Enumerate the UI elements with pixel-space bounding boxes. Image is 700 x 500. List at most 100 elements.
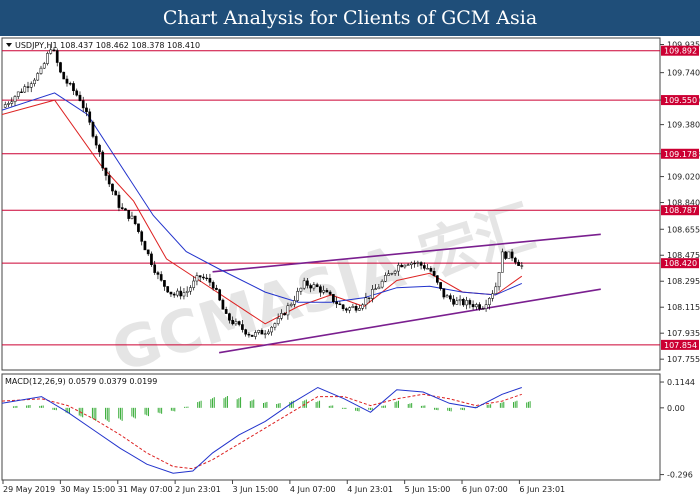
candle-body bbox=[461, 298, 465, 306]
candle-body bbox=[114, 190, 118, 196]
candle-body bbox=[202, 276, 205, 279]
candle-body bbox=[94, 136, 98, 146]
candle-body bbox=[16, 91, 20, 97]
candle-body bbox=[244, 329, 248, 335]
candle-body bbox=[159, 274, 163, 281]
candle-body bbox=[13, 96, 17, 103]
candle-body bbox=[500, 251, 504, 273]
candle-body bbox=[127, 210, 131, 219]
candle-body bbox=[328, 291, 332, 295]
candle-body bbox=[351, 306, 355, 308]
candle-body bbox=[23, 86, 27, 93]
candle-body bbox=[397, 264, 400, 272]
price-tick-label: 108.655 bbox=[667, 225, 700, 234]
chart-title: Chart Analysis for Clients of GCM Asia bbox=[162, 7, 538, 29]
candle-body bbox=[107, 175, 111, 185]
candle-body bbox=[198, 275, 202, 278]
macd-tick-label: 0.00 bbox=[667, 404, 685, 413]
candle-body bbox=[55, 50, 59, 63]
candle-body bbox=[276, 318, 280, 324]
candle-body bbox=[520, 265, 524, 267]
candle-body bbox=[384, 275, 387, 282]
candle-body bbox=[39, 67, 43, 74]
candle-body bbox=[241, 324, 244, 330]
candle-body bbox=[510, 251, 514, 259]
candle-body bbox=[101, 151, 105, 169]
time-tick-label: 5 Jun 15:00 bbox=[405, 485, 451, 494]
candle-body bbox=[49, 49, 53, 54]
price-tick-label: 107.755 bbox=[667, 355, 700, 364]
candle-body bbox=[474, 304, 478, 308]
candle-body bbox=[471, 304, 475, 308]
candle-body bbox=[218, 289, 222, 301]
candle-body bbox=[280, 313, 283, 319]
candle-body bbox=[494, 286, 498, 295]
candle-body bbox=[140, 231, 144, 242]
candle-body bbox=[146, 249, 150, 255]
time-tick-label: 2 Jun 23:01 bbox=[175, 485, 221, 494]
candle-body bbox=[465, 300, 468, 306]
candle-body bbox=[484, 304, 488, 309]
candle-body bbox=[78, 94, 82, 101]
candle-body bbox=[513, 257, 517, 263]
candle-body bbox=[335, 301, 338, 305]
candle-body bbox=[208, 278, 212, 283]
candle-body bbox=[435, 275, 439, 283]
candle-body bbox=[393, 270, 397, 274]
candle-body bbox=[283, 313, 287, 316]
candle-body bbox=[390, 273, 394, 275]
candle-body bbox=[3, 104, 7, 108]
level-label: 108.787 bbox=[664, 206, 697, 215]
candle-body bbox=[33, 79, 36, 84]
level-label: 109.178 bbox=[664, 150, 697, 159]
candle-body bbox=[504, 251, 507, 259]
price-tick-label: 108.115 bbox=[667, 303, 700, 312]
candle-body bbox=[410, 262, 413, 265]
candle-body bbox=[231, 319, 235, 325]
candle-body bbox=[293, 300, 296, 305]
symbol-info: USDJPY,H1 108.437 108.462 108.378 108.41… bbox=[15, 41, 200, 50]
candle-body bbox=[439, 282, 442, 289]
level-label: 107.854 bbox=[664, 341, 697, 350]
candle-body bbox=[237, 321, 241, 325]
time-tick-label: 31 May 07:00 bbox=[118, 485, 173, 494]
candle-body bbox=[380, 280, 384, 288]
candle-body bbox=[358, 308, 361, 311]
price-tick-label: 109.740 bbox=[667, 69, 700, 78]
candle-body bbox=[413, 262, 416, 265]
candle-body bbox=[315, 284, 319, 287]
macd-tick-label: 0.1144 bbox=[667, 378, 695, 387]
candle-body bbox=[153, 264, 157, 273]
candle-body bbox=[85, 107, 88, 113]
candle-body bbox=[189, 287, 192, 292]
candle-body bbox=[91, 122, 95, 137]
candle-body bbox=[423, 265, 426, 269]
candle-body bbox=[156, 272, 160, 275]
candle-body bbox=[403, 264, 407, 268]
candle-body bbox=[306, 280, 309, 286]
candle-body bbox=[374, 288, 377, 290]
price-tick-label: 109.380 bbox=[667, 121, 700, 130]
candle-body bbox=[120, 207, 124, 209]
candle-body bbox=[221, 299, 225, 310]
candle-body bbox=[260, 330, 264, 335]
candle-body bbox=[325, 290, 329, 293]
candle-body bbox=[312, 284, 316, 289]
candle-body bbox=[7, 103, 10, 105]
candle-body bbox=[341, 304, 345, 309]
candle-body bbox=[387, 273, 390, 276]
candle-body bbox=[448, 295, 452, 300]
candle-body bbox=[98, 144, 101, 153]
time-tick-label: 3 Jun 15:00 bbox=[233, 485, 279, 494]
candle-body bbox=[172, 293, 176, 296]
candle-body bbox=[205, 277, 209, 280]
time-tick-label: 6 Jun 23:01 bbox=[519, 485, 565, 494]
candle-body bbox=[332, 294, 335, 303]
candle-body bbox=[26, 86, 30, 88]
price-chart: GCMASIA 宏汇 109.935109.740109.550109.3801… bbox=[0, 36, 700, 500]
candle-body bbox=[348, 307, 351, 311]
time-tick-label: 4 Jun 07:00 bbox=[290, 485, 336, 494]
level-label: 109.550 bbox=[664, 96, 697, 105]
candle-body bbox=[455, 300, 459, 305]
candle-body bbox=[29, 83, 33, 88]
